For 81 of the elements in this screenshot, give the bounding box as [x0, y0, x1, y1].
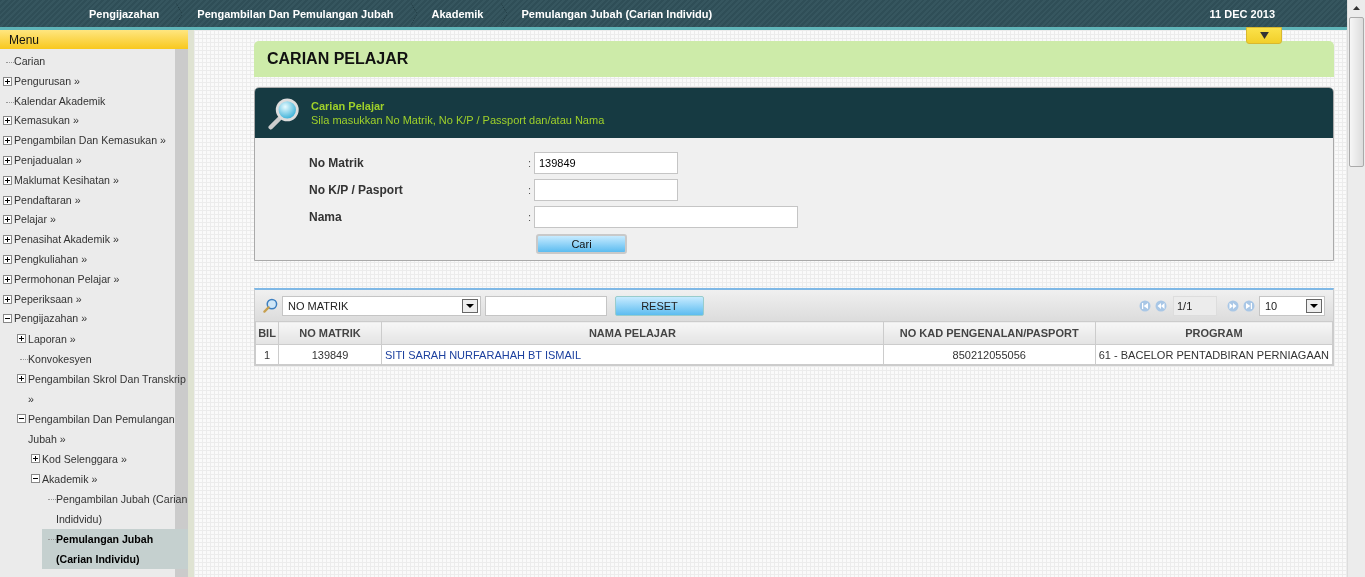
field-label: Nama: [309, 209, 343, 224]
panel-subtitle: Sila masukkan No Matrik, No K/P / Passport dan/atau Nama: [311, 113, 605, 127]
plus-icon[interactable]: [3, 274, 12, 284]
breadcrumb-link[interactable]: Pengijazahan: [89, 7, 160, 20]
plus-icon[interactable]: [17, 334, 26, 344]
input-field[interactable]: [534, 205, 798, 228]
filter-input[interactable]: [485, 295, 607, 316]
colon-text: :: [528, 156, 533, 169]
breadcrumb-link[interactable]: Pemulangan Jubah (Carian Individu): [521, 7, 713, 20]
caret-icon: [1259, 32, 1269, 39]
plus-icon[interactable]: [3, 215, 12, 225]
menu-item[interactable]: Pengkuliahan »: [0, 249, 188, 270]
scrollbar[interactable]: [1347, 0, 1365, 577]
menu-item[interactable]: Pengurusan »: [0, 71, 188, 92]
search-icon: [263, 298, 278, 313]
input-field[interactable]: 139849: [534, 151, 678, 174]
filter-select[interactable]: NO MATRIK: [282, 295, 481, 316]
table-cell: 1: [255, 344, 279, 365]
menu-item[interactable]: Penasihat Akademik »: [0, 230, 188, 250]
menu-item[interactable]: Carian: [0, 52, 188, 72]
table-cell: 850212055056: [883, 344, 1096, 365]
plus-icon[interactable]: [3, 195, 12, 205]
page-indicator: 1/1: [1173, 295, 1217, 316]
plus-icon[interactable]: [3, 294, 12, 304]
menu-item[interactable]: Pemulangan Jubah (Carian Individu): [42, 529, 188, 570]
breadcrumb-link[interactable]: Pengambilan Dan Pemulangan Jubah: [197, 7, 394, 20]
input-field[interactable]: [534, 178, 678, 201]
date-text: 11 DEC 2013: [1209, 7, 1275, 20]
column-header[interactable]: NAMA PELAJAR: [381, 321, 884, 345]
column-header[interactable]: NO KAD PENGENALAN/PASPORT: [883, 321, 1096, 345]
menu-item[interactable]: Pengambilan Dan Pemulangan Jubah »: [14, 409, 188, 450]
plus-icon[interactable]: [3, 76, 12, 86]
menu-item[interactable]: Penjadualan »: [0, 151, 188, 171]
menu-item[interactable]: Kod Selenggara »: [28, 449, 188, 470]
menu-item[interactable]: Pengambilan Dan Kemasukan »: [0, 131, 188, 151]
field-label: No Matrik: [309, 155, 365, 170]
plus-icon[interactable]: [3, 175, 12, 185]
student-name-link[interactable]: SITI SARAH NURFARAHAH BT ISMAIL: [381, 344, 884, 365]
colon-text: :: [528, 210, 533, 223]
column-header[interactable]: BIL: [255, 321, 279, 345]
search-button[interactable]: Cari: [536, 233, 627, 254]
minus-icon[interactable]: [3, 314, 12, 324]
dropdown-icon: [1306, 298, 1322, 313]
menu-item[interactable]: Peperiksaan »: [0, 289, 188, 310]
menu-item[interactable]: Akademik »: [28, 469, 188, 490]
plus-icon[interactable]: [3, 235, 12, 245]
scroll-thumb[interactable]: [1349, 17, 1364, 167]
menu-item[interactable]: Pengijazahan »: [0, 309, 188, 330]
breadcrumb-link[interactable]: Akademik: [431, 7, 484, 20]
magnifier-icon: [268, 96, 301, 130]
collapse-toggle[interactable]: [1246, 27, 1282, 44]
menu-item[interactable]: Maklumat Kesihatan »: [0, 170, 188, 191]
minus-icon[interactable]: [17, 414, 26, 424]
field-label: No K/P / Pasport: [309, 182, 404, 197]
menu-item[interactable]: Pelajar »: [0, 210, 188, 231]
page-size-select[interactable]: 10: [1259, 295, 1325, 316]
menu-item[interactable]: Kalendar Akademik: [0, 91, 188, 112]
page-title: CARIAN PELAJAR: [267, 50, 409, 68]
menu-title: Menu: [9, 32, 40, 47]
table-cell: 139849: [278, 344, 382, 365]
plus-icon[interactable]: [3, 116, 12, 126]
menu-item[interactable]: Konvokesyen: [14, 349, 188, 370]
plus-icon[interactable]: [3, 254, 12, 264]
table-cell: 61 - BACELOR PENTADBIRAN PERNIAGAAN: [1095, 344, 1333, 365]
plus-icon[interactable]: [3, 136, 12, 146]
minus-icon[interactable]: [31, 474, 40, 484]
menu-item[interactable]: Pendaftaran »: [0, 190, 188, 211]
dropdown-icon: [462, 298, 478, 313]
plus-icon[interactable]: [17, 374, 26, 384]
menu-item[interactable]: Laporan »: [14, 329, 188, 350]
reset-button[interactable]: RESET: [615, 295, 704, 316]
colon-text: :: [528, 183, 533, 196]
menu-item[interactable]: Pengambilan Jubah (Carian Indidvidu): [42, 489, 188, 530]
panel-title: Carian Pelajar: [311, 99, 386, 113]
column-header[interactable]: NO MATRIK: [278, 321, 382, 345]
column-header[interactable]: PROGRAM: [1095, 321, 1333, 345]
plus-icon[interactable]: [3, 156, 12, 165]
plus-icon[interactable]: [31, 454, 40, 464]
menu-item[interactable]: Pengambilan Skrol Dan Transkrip »: [14, 369, 188, 410]
menu-item[interactable]: Permohonan Pelajar »: [0, 269, 188, 290]
menu-item[interactable]: Kemasukan »: [0, 111, 188, 132]
